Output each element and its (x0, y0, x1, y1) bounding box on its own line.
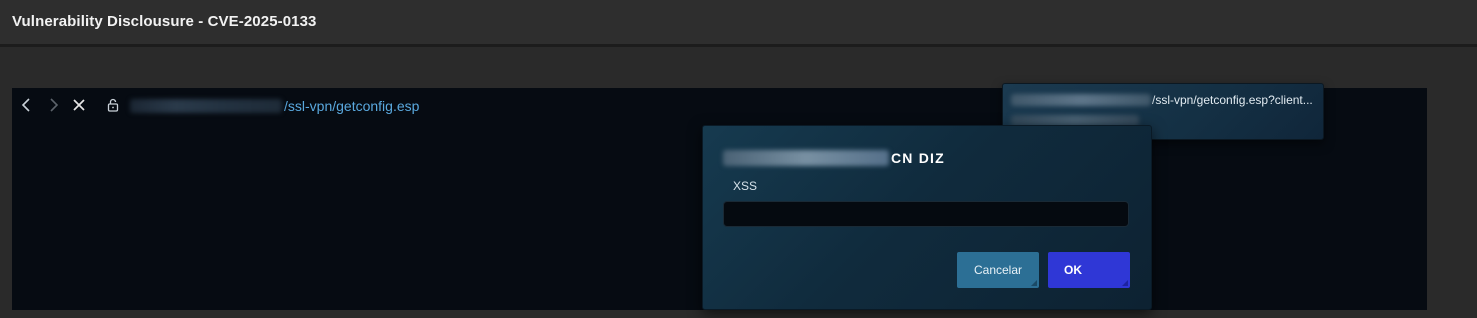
back-arrow-icon[interactable] (19, 97, 35, 113)
suggestion-url-text: /ssl-vpn/getconfig.esp?client... (1152, 93, 1313, 107)
close-icon[interactable] (71, 97, 87, 113)
dialog-heading: CN DIZ (723, 150, 945, 166)
ok-button[interactable]: OK (1048, 252, 1130, 288)
ok-button-label: OK (1064, 263, 1082, 277)
window-title: Vulnerability Disclousure - CVE-2025-013… (12, 13, 317, 30)
cancel-button[interactable]: Cancelar (957, 252, 1039, 288)
window-titlebar: Vulnerability Disclousure - CVE-2025-013… (0, 0, 1477, 47)
prompt-dialog: CN DIZ XSS Cancelar OK (702, 125, 1152, 310)
dialog-heading-text: CN DIZ (891, 150, 945, 166)
address-url-text: /ssl-vpn/getconfig.esp (284, 98, 420, 114)
lock-icon (105, 97, 121, 113)
redacted-host (723, 150, 889, 166)
address-bar[interactable]: /ssl-vpn/getconfig.esp (130, 98, 419, 114)
resize-corner-icon (1031, 280, 1037, 286)
cancel-button-label: Cancelar (973, 263, 1023, 277)
suggestion-url: /ssl-vpn/getconfig.esp?client... (1011, 93, 1313, 107)
redacted-host (1011, 94, 1151, 106)
dialog-message: XSS (733, 179, 758, 193)
redacted-host (130, 99, 282, 113)
browser-navbar: /ssl-vpn/getconfig.esp (12, 88, 612, 124)
forward-arrow-icon[interactable] (45, 97, 61, 113)
prompt-input[interactable] (723, 201, 1129, 227)
resize-corner-icon (1122, 280, 1128, 286)
